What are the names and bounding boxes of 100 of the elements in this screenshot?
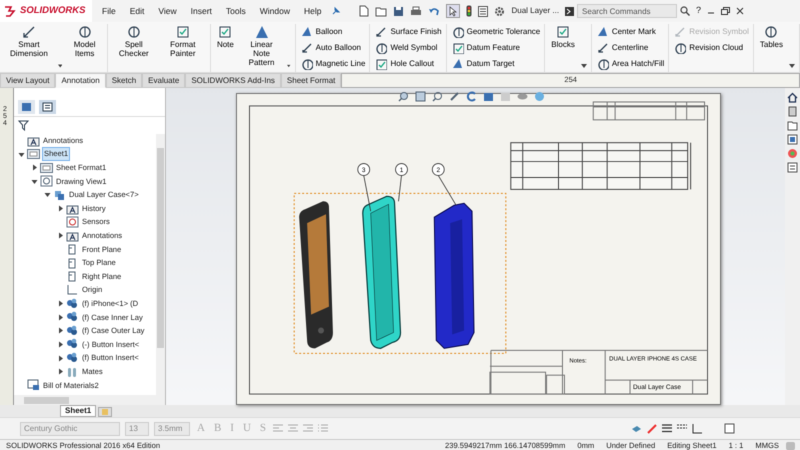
ribbon-button[interactable]: Geometric Tolerance xyxy=(450,24,540,39)
menu-item[interactable]: Tools xyxy=(222,4,250,18)
table-icon xyxy=(27,379,40,392)
zoom-icon[interactable] xyxy=(398,91,409,102)
annotation-folder-icon xyxy=(66,202,79,215)
caret-icon[interactable] xyxy=(287,64,291,68)
ribbon-button[interactable]: Blocks xyxy=(549,24,577,49)
collapse-arrow-icon[interactable] xyxy=(57,340,64,348)
home-icon[interactable] xyxy=(787,92,798,103)
tool-symbol-icon xyxy=(450,25,464,38)
sheet-tab[interactable]: Sheet1 xyxy=(60,405,96,417)
ribbon-tab[interactable]: Evaluate xyxy=(142,73,186,88)
pointer-icon[interactable] xyxy=(446,4,460,18)
search-icon[interactable] xyxy=(680,6,690,16)
expand-arrow-icon[interactable] xyxy=(44,191,51,198)
tool-symbol-icon xyxy=(555,24,572,40)
caret-icon[interactable] xyxy=(789,64,795,68)
printer-icon[interactable] xyxy=(410,6,422,16)
ribbon-button[interactable]: Linear Note Pattern xyxy=(240,24,284,67)
pin-icon[interactable] xyxy=(331,6,342,16)
ribbon-button[interactable]: Magnetic Line xyxy=(300,56,366,71)
ribbon-button[interactable]: Datum Target xyxy=(450,56,540,71)
collapse-arrow-icon[interactable] xyxy=(57,354,64,362)
ribbon-button[interactable]: Auto Balloon xyxy=(300,40,366,55)
ribbon-button[interactable]: Tables xyxy=(758,24,785,49)
ribbon-button[interactable]: Spell Checker xyxy=(112,24,156,58)
ribbon-button[interactable]: Surface Finish xyxy=(374,24,442,39)
new-document-icon[interactable] xyxy=(359,5,370,17)
menu-item[interactable]: Help xyxy=(300,4,326,18)
ribbon-button[interactable]: Revision Cloud xyxy=(673,40,749,55)
rotate-icon[interactable] xyxy=(466,91,477,102)
document-title: Dual Layer ... xyxy=(511,5,560,17)
expand-arrow-icon[interactable] xyxy=(18,150,25,158)
ribbon-button[interactable]: Model Items xyxy=(66,24,103,58)
menu-item[interactable]: Edit xyxy=(126,4,148,18)
ribbon-tab[interactable]: Sheet Format xyxy=(280,73,342,88)
close-icon[interactable] xyxy=(736,7,744,15)
color-icon[interactable] xyxy=(647,424,657,434)
app-logo-text: SOLIDWORKS xyxy=(20,4,86,18)
tool-symbol-icon xyxy=(374,25,388,38)
collapse-arrow-icon[interactable] xyxy=(57,368,64,376)
view-palette-icon[interactable] xyxy=(787,134,798,145)
filter-icon[interactable] xyxy=(18,120,29,132)
ribbon-button[interactable]: Weld Symbol xyxy=(374,40,442,55)
tool-symbol-icon xyxy=(174,24,191,40)
zoom-out-icon[interactable] xyxy=(432,91,443,102)
restore-icon[interactable] xyxy=(721,7,730,15)
ribbon-button[interactable]: Area Hatch/Fill xyxy=(596,56,664,71)
leader-line xyxy=(363,175,372,212)
collapse-arrow-icon[interactable] xyxy=(57,300,64,308)
ribbon-tab[interactable]: Annotation xyxy=(55,73,106,88)
caret-icon[interactable] xyxy=(58,64,62,68)
help-button[interactable]: ? xyxy=(696,4,702,18)
sensor-icon xyxy=(66,216,79,228)
layer-icon[interactable] xyxy=(631,424,642,434)
ribbon-tab[interactable]: Sketch xyxy=(106,73,142,88)
tool-symbol-icon xyxy=(374,57,388,70)
menu-item[interactable]: Window xyxy=(256,4,294,18)
caret-icon[interactable] xyxy=(580,64,587,68)
property-tab-icon[interactable] xyxy=(18,100,35,114)
axes-icon[interactable] xyxy=(692,424,702,434)
ribbon-button[interactable]: Center Mark xyxy=(596,24,664,39)
scrollbar-thumb[interactable] xyxy=(24,396,69,404)
traffic-light-icon[interactable] xyxy=(466,5,472,17)
ribbon-tab[interactable]: SOLIDWORKS Add-Ins xyxy=(185,73,281,88)
ribbon-button[interactable]: Smart Dimension xyxy=(4,24,54,58)
expand-arrow-icon[interactable] xyxy=(31,178,38,185)
ribbon-button[interactable]: Balloon xyxy=(300,24,366,39)
undo-icon[interactable] xyxy=(428,6,440,16)
collapse-arrow-icon[interactable] xyxy=(57,314,64,321)
sheet-icon xyxy=(40,162,53,174)
menu-item[interactable]: View xyxy=(154,4,181,18)
custom-properties-icon[interactable] xyxy=(787,162,798,173)
menu-item[interactable]: File xyxy=(98,4,120,18)
ribbon-button[interactable]: Datum Feature xyxy=(450,40,540,55)
collapse-arrow-icon[interactable] xyxy=(57,205,64,212)
folder-icon[interactable] xyxy=(787,120,798,131)
list-icon[interactable] xyxy=(478,6,488,16)
feature-tree-tab-icon[interactable] xyxy=(39,100,56,114)
zoom-area-icon[interactable] xyxy=(415,91,426,102)
save-icon[interactable] xyxy=(393,6,404,16)
collapse-arrow-icon[interactable] xyxy=(57,327,64,334)
line-thickness-icon[interactable] xyxy=(662,424,672,433)
tool-symbol-icon xyxy=(217,24,234,40)
collapse-arrow-icon[interactable] xyxy=(31,164,38,172)
tool-symbol-icon xyxy=(20,24,37,40)
settings-icon[interactable] xyxy=(494,6,506,16)
leader-line xyxy=(398,175,402,202)
ribbon-button[interactable]: Format Painter xyxy=(160,24,206,58)
collapse-arrow-icon[interactable] xyxy=(57,232,64,240)
tool-symbol-icon xyxy=(596,25,609,38)
open-folder-icon[interactable] xyxy=(375,6,388,16)
appearance-icon[interactable] xyxy=(787,148,798,159)
menu-item[interactable]: Insert xyxy=(186,4,216,18)
search-field[interactable]: Search Commands xyxy=(577,4,678,18)
ribbon-tab[interactable]: View Layout xyxy=(0,73,56,88)
ribbon-button[interactable]: Hole Callout xyxy=(374,56,442,71)
ribbon-button[interactable]: Note xyxy=(214,24,236,49)
scrollbar-thumb[interactable] xyxy=(157,148,164,348)
ribbon-button[interactable]: Centerline xyxy=(596,40,664,55)
